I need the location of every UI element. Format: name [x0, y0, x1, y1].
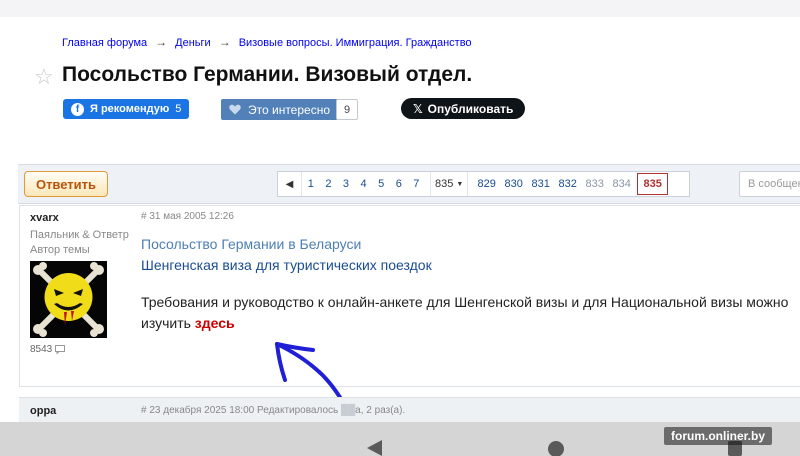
here-link[interactable]: здесь [195, 315, 235, 331]
post-meta[interactable]: # 23 декабря 2025 18:00 Редактировалось … [141, 405, 405, 416]
page-link[interactable]: 4 [355, 172, 373, 196]
avatar[interactable] [30, 261, 107, 338]
home-nav-icon[interactable] [548, 441, 564, 456]
caret-down-icon: ▼ [456, 180, 464, 188]
schengen-visa-link[interactable]: Шенгенская виза для туристических поездо… [141, 257, 432, 273]
posts-count-value: 8543 [30, 344, 53, 355]
breadcrumb-visa[interactable]: Визовые вопросы. Иммиграция. Гражданство [239, 37, 472, 49]
page-select-value: 835 [435, 178, 454, 190]
pagination: ◀ 1 2 3 4 5 6 7 835 ▼ 829 830 831 832 833… [277, 171, 690, 197]
page-link[interactable]: 1 [302, 172, 320, 196]
interesting-button[interactable]: Это интересно [221, 99, 339, 120]
page-link[interactable]: 834 [608, 172, 635, 196]
breadcrumb: Главная форума → Деньги → Визовые вопросы. И… [62, 35, 472, 49]
breadcrumb-arrow-icon: → [155, 35, 168, 49]
x-share-label: Опубликовать [427, 101, 514, 116]
post-header [19, 397, 800, 423]
author-posts-count: 8543 [30, 344, 66, 355]
browser-top-strip [0, 0, 800, 17]
breadcrumb-arrow-icon: → [218, 35, 231, 49]
facebook-recommend-label: Я рекомендую [90, 103, 170, 115]
favorite-star-icon[interactable]: ☆ [34, 64, 54, 90]
reply-button[interactable]: Ответить [24, 171, 108, 197]
interesting-label: Это интересно [248, 102, 331, 117]
post-author-link[interactable]: oppa [30, 405, 56, 417]
page-link[interactable]: 7 [408, 172, 426, 196]
page-link[interactable]: 2 [320, 172, 338, 196]
topic-author-label: Автор темы [30, 244, 90, 256]
page-link[interactable]: 3 [337, 172, 355, 196]
message-icon [55, 345, 66, 354]
x-share-button[interactable]: 𝕏 Опубликовать [401, 98, 526, 119]
breadcrumb-money[interactable]: Деньги [175, 37, 211, 49]
prev-page-icon[interactable]: ◀ [278, 172, 302, 196]
page-link[interactable]: 5 [372, 172, 390, 196]
post-body-text: Требования и руководство к онлайн-анкете… [141, 294, 789, 331]
facebook-recommend-button[interactable]: f Я рекомендую 5 [63, 99, 190, 119]
page-link[interactable]: 830 [500, 172, 527, 196]
author-title: Паяльник & Ответр [30, 229, 129, 241]
post-meta-tail: а, 2 раз(а). [355, 405, 406, 416]
page-link[interactable]: 833 [581, 172, 608, 196]
author-role: Паяльник & Ответр Автор темы [30, 228, 129, 258]
x-logo-icon: 𝕏 [413, 101, 423, 116]
search-in-topic-input[interactable]: В сообщен [739, 171, 800, 197]
post-body: Требования и руководство к онлайн-анкете… [141, 292, 800, 334]
facebook-icon: f [71, 102, 84, 116]
embassy-link[interactable]: Посольство Германии в Беларуси [141, 236, 361, 252]
page-select-dropdown[interactable]: 835 ▼ [430, 172, 469, 196]
facebook-recommend-count: 5 [175, 103, 182, 115]
page-link[interactable]: 831 [527, 172, 554, 196]
page-link[interactable]: 6 [390, 172, 408, 196]
post-meta-date: # 23 декабря 2025 18:00 Редактировалось [141, 405, 339, 416]
post-meta-obscured: ██ [341, 405, 356, 416]
page-title: Посольство Германии. Визовый отдел. [62, 63, 473, 86]
breadcrumb-home[interactable]: Главная форума [62, 37, 147, 49]
back-nav-icon[interactable] [367, 440, 382, 456]
heart-icon [229, 104, 241, 115]
current-page: 835 [637, 173, 669, 195]
page-link[interactable]: 832 [554, 172, 581, 196]
smiley-skull-avatar-icon [30, 261, 107, 338]
interesting-count: 9 [336, 99, 358, 120]
post-author-link[interactable]: xvarx [30, 212, 59, 224]
page-link[interactable]: 829 [473, 172, 500, 196]
post-meta[interactable]: # 31 мая 2005 12:26 [141, 211, 234, 222]
site-watermark: forum.onliner.by [664, 427, 773, 445]
